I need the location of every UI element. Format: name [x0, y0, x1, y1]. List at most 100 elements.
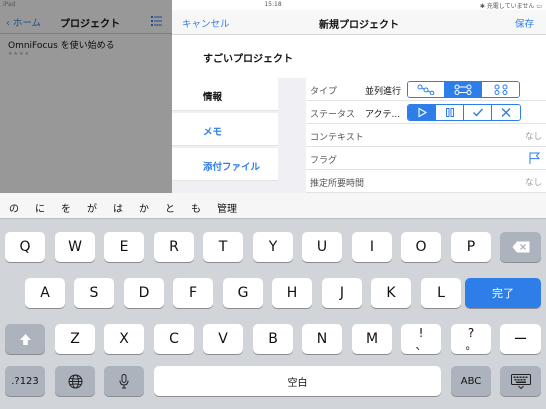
key-g[interactable]: G — [223, 278, 263, 308]
backspace-icon — [512, 241, 529, 253]
dictation-key[interactable] — [104, 366, 144, 396]
key-u[interactable]: U — [302, 232, 342, 262]
flag-row: フラグ — [306, 147, 546, 170]
key-p[interactable]: P — [451, 232, 491, 262]
backspace-key[interactable] — [500, 232, 541, 262]
numbers-key[interactable]: .?123 — [5, 366, 45, 396]
project-name-text: すごいプロジェクト — [203, 54, 293, 65]
candidate-item[interactable]: 管理 — [217, 200, 237, 215]
shift-icon — [19, 333, 31, 345]
key-o[interactable]: O — [401, 232, 441, 262]
estimate-row[interactable]: 推定所要時間 なし — [306, 170, 546, 193]
context-row[interactable]: コンテキスト なし — [306, 124, 546, 147]
key-m[interactable]: M — [352, 324, 392, 354]
candidate-item[interactable]: が — [87, 200, 97, 215]
sidebar-item-notes[interactable]: メモ — [172, 113, 278, 146]
shift-key[interactable] — [5, 324, 45, 354]
sidebar-item-info[interactable]: 情報 — [172, 78, 278, 111]
estimate-value: なし — [524, 178, 542, 188]
modal-title: 新規プロジェクト — [319, 20, 399, 31]
type-label: タイプ — [310, 87, 338, 97]
key-q[interactable]: Q — [5, 232, 45, 262]
key-k[interactable]: K — [371, 278, 411, 308]
key-f[interactable]: F — [173, 278, 213, 308]
globe-icon — [68, 374, 82, 388]
battery-label: 充電していません — [486, 3, 535, 10]
keyboard: の に を が は か と も 管理 Q W E R T Y U I O P A… — [0, 193, 546, 409]
estimate-label: 推定所要時間 — [310, 179, 365, 189]
sidebar-item-label: 添付ファイル — [203, 162, 261, 173]
abc-key[interactable]: ABC — [451, 366, 491, 396]
key-c[interactable]: C — [154, 324, 194, 354]
context-label: コンテキスト — [310, 133, 364, 143]
project-name-field[interactable]: すごいプロジェクト — [172, 36, 546, 78]
active-icon[interactable] — [408, 105, 436, 120]
key-question[interactable]: ? 。 — [451, 324, 491, 354]
done-key[interactable]: 完了 — [465, 278, 541, 308]
sidebar-item-label: 情報 — [203, 92, 223, 103]
key-r[interactable]: R — [154, 232, 194, 262]
dismiss-keyboard-key[interactable] — [500, 366, 541, 396]
modal-navbar: キャンセル 新規プロジェクト 保存 — [172, 10, 546, 35]
key-bottom-label: 。 — [465, 339, 477, 352]
details-sidebar: 情報 メモ 添付ファイル — [172, 78, 278, 193]
key-v[interactable]: V — [203, 324, 243, 354]
sequential-icon[interactable] — [408, 82, 445, 97]
key-long-dash[interactable]: ー — [500, 324, 541, 354]
battery-status: ✱ 充電していません ▭ — [479, 3, 542, 10]
info-fields: タイプ 並列進行 ステータス アクテ... コンテキスト なし フラグ 推定所要… — [306, 78, 546, 193]
key-d[interactable]: D — [124, 278, 164, 308]
completed-icon[interactable] — [464, 105, 492, 120]
space-key[interactable]: 空白 — [154, 366, 441, 396]
candidate-item[interactable]: を — [61, 200, 71, 215]
status-segmented-control — [407, 104, 521, 121]
dropped-icon[interactable] — [492, 105, 520, 120]
key-top-label: ? — [467, 326, 475, 340]
type-value: 並列進行 — [365, 87, 402, 97]
context-value: なし — [524, 132, 542, 142]
candidate-item[interactable]: は — [113, 200, 123, 215]
key-j[interactable]: J — [322, 278, 362, 308]
status-value: アクテ... — [365, 110, 401, 120]
type-segmented-control — [407, 81, 520, 98]
new-project-modal: キャンセル 新規プロジェクト 保存 すごいプロジェクト 情報 メモ 添付ファイル… — [172, 0, 546, 193]
candidate-item[interactable]: に — [35, 200, 45, 215]
key-top-label: ! — [418, 326, 424, 340]
status-label: ステータス — [310, 110, 356, 120]
key-n[interactable]: N — [302, 324, 342, 354]
sidebar-item-attachments[interactable]: 添付ファイル — [172, 148, 278, 181]
candidate-item[interactable]: も — [191, 200, 201, 215]
key-s[interactable]: S — [74, 278, 114, 308]
save-button[interactable]: 保存 — [515, 16, 534, 30]
candidate-bar: の に を が は か と も 管理 — [0, 193, 546, 219]
candidate-item[interactable]: か — [139, 200, 149, 215]
keyboard-dismiss-icon — [510, 373, 531, 389]
key-a[interactable]: A — [25, 278, 65, 308]
key-t[interactable]: T — [203, 232, 243, 262]
clock: 15:18 — [264, 1, 282, 8]
key-z[interactable]: Z — [55, 324, 95, 354]
key-x[interactable]: X — [104, 324, 144, 354]
flag-icon[interactable] — [529, 152, 540, 164]
details-area: 情報 メモ 添付ファイル タイプ 並列進行 ステータス アクテ... コンテキス… — [172, 78, 546, 193]
key-l[interactable]: L — [421, 278, 461, 308]
key-w[interactable]: W — [55, 232, 95, 262]
key-e[interactable]: E — [104, 232, 144, 262]
flag-label: フラグ — [310, 156, 338, 166]
single-actions-icon[interactable] — [482, 82, 519, 97]
key-i[interactable]: I — [352, 232, 392, 262]
microphone-icon — [119, 373, 129, 388]
key-h[interactable]: H — [272, 278, 312, 308]
sidebar-item-label: メモ — [203, 127, 223, 138]
key-b[interactable]: B — [253, 324, 293, 354]
type-row: タイプ 並列進行 — [306, 78, 546, 101]
on-hold-icon[interactable] — [436, 105, 464, 120]
key-y[interactable]: Y — [253, 232, 293, 262]
key-exclamation[interactable]: ! 、 — [401, 324, 441, 354]
candidate-item[interactable]: と — [165, 200, 175, 215]
globe-key[interactable] — [55, 366, 95, 396]
key-bottom-label: 、 — [415, 339, 427, 352]
candidate-item[interactable]: の — [9, 200, 19, 215]
status-bar: iPad 15:18 ✱ 充電していません ▭ — [0, 0, 546, 10]
parallel-icon[interactable] — [445, 82, 482, 97]
